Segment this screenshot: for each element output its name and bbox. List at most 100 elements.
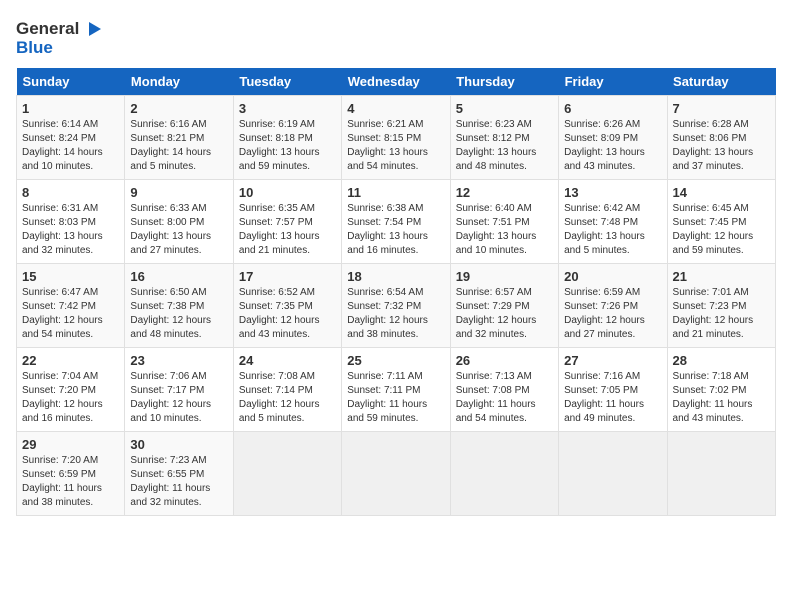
calendar-week-row: 29 Sunrise: 7:20 AM Sunset: 6:59 PM Dayl… [17,432,776,516]
sunset-text: Sunset: 7:51 PM [456,217,530,228]
day-number: 28 [673,353,770,368]
day-number: 10 [239,185,336,200]
logo-general: General [16,19,79,39]
daylight-text: Daylight: 11 hours and 43 minutes. [673,399,753,424]
calendar-day-5: 5 Sunrise: 6:23 AM Sunset: 8:12 PM Dayli… [450,96,558,180]
calendar-week-row: 8 Sunrise: 6:31 AM Sunset: 8:03 PM Dayli… [17,180,776,264]
calendar-day-30: 30 Sunrise: 7:23 AM Sunset: 6:55 PM Dayl… [125,432,233,516]
sunset-text: Sunset: 7:20 PM [22,385,96,396]
sunrise-text: Sunrise: 6:31 AM [22,203,98,214]
calendar-day-20: 20 Sunrise: 6:59 AM Sunset: 7:26 PM Dayl… [559,264,667,348]
calendar-day-15: 15 Sunrise: 6:47 AM Sunset: 7:42 PM Dayl… [17,264,125,348]
sunset-text: Sunset: 7:38 PM [130,301,204,312]
calendar-week-row: 1 Sunrise: 6:14 AM Sunset: 8:24 PM Dayli… [17,96,776,180]
daylight-text: Daylight: 12 hours and 43 minutes. [239,315,320,340]
day-number: 11 [347,185,444,200]
daylight-text: Daylight: 11 hours and 49 minutes. [564,399,644,424]
sunrise-text: Sunrise: 6:54 AM [347,287,423,298]
sunset-text: Sunset: 7:05 PM [564,385,638,396]
day-number: 14 [673,185,770,200]
day-number: 30 [130,437,227,452]
day-number: 23 [130,353,227,368]
day-number: 5 [456,101,553,116]
day-number: 7 [673,101,770,116]
daylight-text: Daylight: 13 hours and 5 minutes. [564,231,645,256]
daylight-text: Daylight: 13 hours and 43 minutes. [564,147,645,172]
calendar-day-9: 9 Sunrise: 6:33 AM Sunset: 8:00 PM Dayli… [125,180,233,264]
sunrise-text: Sunrise: 6:47 AM [22,287,98,298]
sunset-text: Sunset: 7:57 PM [239,217,313,228]
sunrise-text: Sunrise: 6:14 AM [22,119,98,130]
sunrise-text: Sunrise: 6:42 AM [564,203,640,214]
sunset-text: Sunset: 7:14 PM [239,385,313,396]
page-header: General Blue [16,16,776,58]
day-number: 2 [130,101,227,116]
sunrise-text: Sunrise: 7:13 AM [456,371,532,382]
sunset-text: Sunset: 6:55 PM [130,469,204,480]
sunset-text: Sunset: 8:18 PM [239,133,313,144]
sunrise-text: Sunrise: 6:52 AM [239,287,315,298]
daylight-text: Daylight: 11 hours and 54 minutes. [456,399,536,424]
sunset-text: Sunset: 7:54 PM [347,217,421,228]
day-number: 26 [456,353,553,368]
sunrise-text: Sunrise: 6:19 AM [239,119,315,130]
daylight-text: Daylight: 11 hours and 32 minutes. [130,483,210,508]
sunset-text: Sunset: 7:48 PM [564,217,638,228]
daylight-text: Daylight: 12 hours and 10 minutes. [130,399,211,424]
calendar-empty-cell [342,432,450,516]
daylight-text: Daylight: 12 hours and 38 minutes. [347,315,428,340]
sunrise-text: Sunrise: 6:16 AM [130,119,206,130]
sunrise-text: Sunrise: 6:21 AM [347,119,423,130]
sunset-text: Sunset: 8:24 PM [22,133,96,144]
calendar-empty-cell [667,432,775,516]
sunrise-text: Sunrise: 7:16 AM [564,371,640,382]
calendar-day-21: 21 Sunrise: 7:01 AM Sunset: 7:23 PM Dayl… [667,264,775,348]
calendar-day-1: 1 Sunrise: 6:14 AM Sunset: 8:24 PM Dayli… [17,96,125,180]
calendar-day-18: 18 Sunrise: 6:54 AM Sunset: 7:32 PM Dayl… [342,264,450,348]
calendar-day-23: 23 Sunrise: 7:06 AM Sunset: 7:17 PM Dayl… [125,348,233,432]
sunrise-text: Sunrise: 7:23 AM [130,455,206,466]
calendar-day-7: 7 Sunrise: 6:28 AM Sunset: 8:06 PM Dayli… [667,96,775,180]
day-header-wednesday: Wednesday [342,68,450,96]
calendar-day-11: 11 Sunrise: 6:38 AM Sunset: 7:54 PM Dayl… [342,180,450,264]
sunrise-text: Sunrise: 6:33 AM [130,203,206,214]
calendar-day-28: 28 Sunrise: 7:18 AM Sunset: 7:02 PM Dayl… [667,348,775,432]
calendar-week-row: 15 Sunrise: 6:47 AM Sunset: 7:42 PM Dayl… [17,264,776,348]
sunset-text: Sunset: 8:03 PM [22,217,96,228]
sunrise-text: Sunrise: 7:01 AM [673,287,749,298]
day-number: 25 [347,353,444,368]
calendar-day-12: 12 Sunrise: 6:40 AM Sunset: 7:51 PM Dayl… [450,180,558,264]
calendar-week-row: 22 Sunrise: 7:04 AM Sunset: 7:20 PM Dayl… [17,348,776,432]
day-number: 12 [456,185,553,200]
sunrise-text: Sunrise: 7:08 AM [239,371,315,382]
sunrise-text: Sunrise: 6:50 AM [130,287,206,298]
sunset-text: Sunset: 8:09 PM [564,133,638,144]
sunrise-text: Sunrise: 6:35 AM [239,203,315,214]
calendar-day-24: 24 Sunrise: 7:08 AM Sunset: 7:14 PM Dayl… [233,348,341,432]
sunset-text: Sunset: 7:45 PM [673,217,747,228]
daylight-text: Daylight: 13 hours and 27 minutes. [130,231,211,256]
daylight-text: Daylight: 12 hours and 32 minutes. [456,315,537,340]
daylight-text: Daylight: 13 hours and 59 minutes. [239,147,320,172]
sunrise-text: Sunrise: 7:04 AM [22,371,98,382]
daylight-text: Daylight: 11 hours and 59 minutes. [347,399,427,424]
day-number: 8 [22,185,119,200]
calendar-day-17: 17 Sunrise: 6:52 AM Sunset: 7:35 PM Dayl… [233,264,341,348]
sunrise-text: Sunrise: 6:45 AM [673,203,749,214]
calendar-day-14: 14 Sunrise: 6:45 AM Sunset: 7:45 PM Dayl… [667,180,775,264]
calendar-day-13: 13 Sunrise: 6:42 AM Sunset: 7:48 PM Dayl… [559,180,667,264]
sunrise-text: Sunrise: 6:28 AM [673,119,749,130]
daylight-text: Daylight: 12 hours and 5 minutes. [239,399,320,424]
sunset-text: Sunset: 7:08 PM [456,385,530,396]
day-number: 16 [130,269,227,284]
calendar-empty-cell [233,432,341,516]
calendar-day-10: 10 Sunrise: 6:35 AM Sunset: 7:57 PM Dayl… [233,180,341,264]
daylight-text: Daylight: 12 hours and 21 minutes. [673,315,754,340]
daylight-text: Daylight: 14 hours and 5 minutes. [130,147,211,172]
day-number: 6 [564,101,661,116]
calendar-day-25: 25 Sunrise: 7:11 AM Sunset: 7:11 PM Dayl… [342,348,450,432]
sunrise-text: Sunrise: 6:26 AM [564,119,640,130]
day-header-sunday: Sunday [17,68,125,96]
calendar-day-16: 16 Sunrise: 6:50 AM Sunset: 7:38 PM Dayl… [125,264,233,348]
day-number: 3 [239,101,336,116]
